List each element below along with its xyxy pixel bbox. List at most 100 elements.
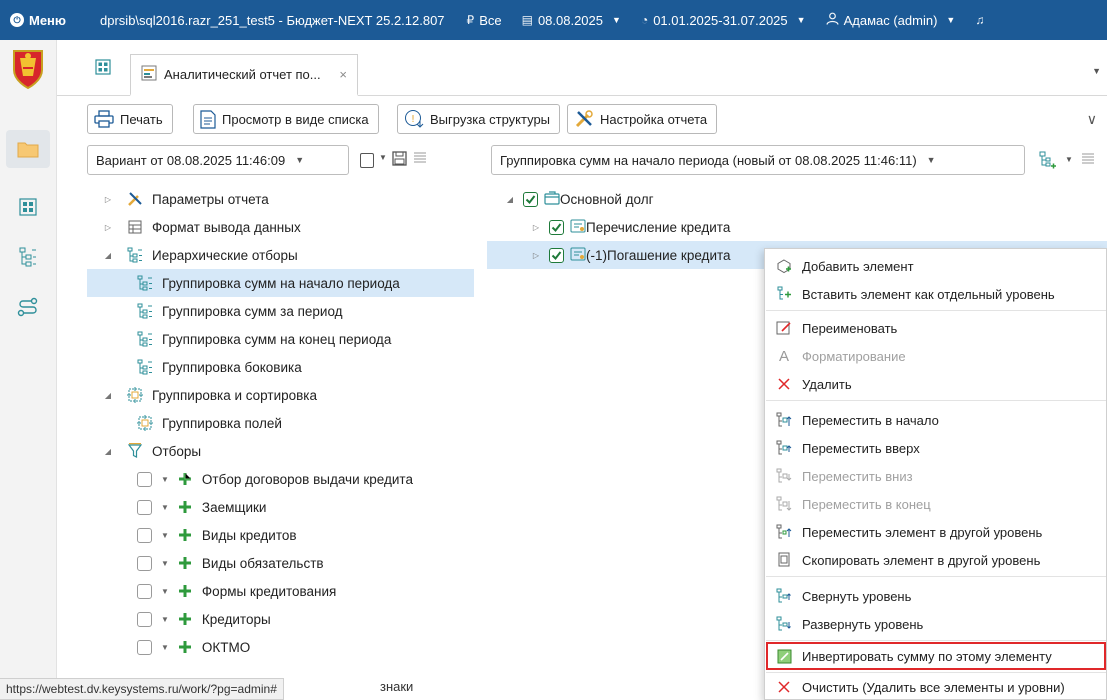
- menu-item-insert-level[interactable]: Вставить элемент как отдельный уровень: [766, 280, 1106, 308]
- table-icon: [127, 219, 143, 235]
- tree-node-filters[interactable]: ◢ Отборы: [87, 437, 474, 465]
- tree-node-label: Формат вывода данных: [152, 219, 301, 235]
- collapse-arrow-icon[interactable]: ◢: [505, 195, 515, 204]
- user-selector[interactable]: Адамас (admin) ▼: [816, 12, 966, 28]
- tree-node-output-format[interactable]: ▷ Формат вывода данных: [87, 213, 474, 241]
- tree-node-filter-creditors[interactable]: ▼ Кредиторы: [87, 605, 474, 633]
- menu-item-label: Инвертировать сумму по этому элементу: [802, 648, 1052, 664]
- checkbox[interactable]: [137, 611, 152, 627]
- menu-item-delete[interactable]: Удалить: [766, 370, 1106, 398]
- add-element-icon: [766, 258, 802, 274]
- hierarchy-icon: [137, 303, 153, 319]
- delete-icon: [766, 377, 802, 391]
- group-select[interactable]: Группировка сумм на начало периода (новы…: [491, 145, 1025, 175]
- menu-item-invert-sum[interactable]: Инвертировать сумму по этому элементу: [766, 642, 1106, 670]
- collapse-arrow-icon[interactable]: ◢: [103, 251, 113, 260]
- tree-node-hierarchical-filters[interactable]: ◢ Иерархические отборы: [87, 241, 474, 269]
- menu-item-collapse-level[interactable]: Свернуть уровень: [766, 582, 1106, 610]
- truncated-tree-label: знаки: [380, 679, 414, 694]
- notifications-button[interactable]: ♫: [965, 13, 994, 27]
- export-structure-button[interactable]: ! Выгрузка структуры: [397, 104, 561, 134]
- filter-selector[interactable]: ₽ Все: [457, 13, 512, 28]
- checkbox[interactable]: [137, 471, 152, 487]
- new-document-icon[interactable]: [360, 153, 374, 168]
- document-icon: [200, 109, 216, 129]
- checkbox-checked[interactable]: [549, 219, 564, 235]
- tab-analytical-report[interactable]: Аналитический отчет по... ×: [130, 54, 358, 96]
- chevron-down-icon[interactable]: ▼: [161, 643, 169, 652]
- nav-reports[interactable]: [6, 188, 50, 226]
- tree-node-filter-obligation-types[interactable]: ▼ Виды обязательств: [87, 549, 474, 577]
- list-settings-icon[interactable]: [413, 151, 427, 168]
- chevron-down-icon[interactable]: ▼: [161, 615, 169, 624]
- menu-item-format: A Форматирование: [766, 342, 1106, 370]
- checkbox[interactable]: [137, 527, 152, 543]
- tree-node-label: Кредиторы: [201, 611, 271, 627]
- menu-item-expand-level[interactable]: Развернуть уровень: [766, 610, 1106, 638]
- tab-grid-icon[interactable]: [95, 59, 111, 75]
- close-icon[interactable]: ×: [339, 67, 347, 82]
- checkbox[interactable]: [137, 583, 152, 599]
- print-button[interactable]: Печать: [87, 104, 173, 134]
- menu-item-rename[interactable]: Переименовать: [766, 314, 1106, 342]
- chevron-down-icon[interactable]: ▼: [1092, 66, 1101, 76]
- chevron-down-icon[interactable]: ▼: [161, 503, 169, 512]
- chevron-down-icon[interactable]: ∨: [1087, 111, 1097, 128]
- move-bottom-icon: [766, 496, 802, 512]
- tree-node-group-side[interactable]: Группировка боковика: [87, 353, 474, 381]
- menu-item-move-up[interactable]: Переместить вверх: [766, 434, 1106, 462]
- chevron-down-icon[interactable]: ▼: [379, 153, 387, 162]
- period-label: 01.01.2025-31.07.2025: [653, 12, 788, 28]
- checkbox[interactable]: [137, 639, 152, 655]
- chevron-down-icon[interactable]: ▼: [1065, 155, 1073, 164]
- checkbox-checked[interactable]: [523, 191, 538, 207]
- save-icon[interactable]: [392, 151, 407, 169]
- tree-node-filter-borrowers[interactable]: ▼ Заемщики: [87, 493, 474, 521]
- chevron-down-icon: ▼: [796, 15, 806, 25]
- nav-folder[interactable]: [6, 130, 50, 168]
- collapse-arrow-icon[interactable]: ◢: [103, 447, 113, 456]
- tree-node-grouping-sorting[interactable]: ◢ Группировка и сортировка: [87, 381, 474, 409]
- tree-node-report-params[interactable]: ▷ Параметры отчета: [87, 185, 474, 213]
- menu-item-add-element[interactable]: Добавить элемент: [766, 252, 1106, 280]
- report-settings-button[interactable]: Настройка отчета: [567, 104, 718, 134]
- date-selector[interactable]: ▤ 08.08.2025 ▼: [512, 13, 631, 28]
- chevron-down-icon[interactable]: ▼: [161, 559, 169, 568]
- expand-level-icon: [766, 616, 802, 632]
- checkbox-checked[interactable]: [549, 247, 564, 263]
- variant-select[interactable]: Вариант от 08.08.2025 11:46:09 ▼: [87, 145, 349, 175]
- checkbox[interactable]: [137, 555, 152, 571]
- tree-node-filter-oktmo[interactable]: ▼ ОКТМО: [87, 633, 474, 661]
- tree-node-group-end[interactable]: Группировка сумм на конец периода: [87, 325, 474, 353]
- group-node-main-debt[interactable]: ◢ Основной долг: [487, 185, 654, 213]
- expand-arrow-icon[interactable]: ▷: [103, 223, 113, 232]
- expand-arrow-icon[interactable]: ▷: [531, 251, 541, 260]
- tree-node-group-fields[interactable]: Группировка полей: [87, 409, 474, 437]
- nav-routes[interactable]: [6, 288, 50, 326]
- group-node-credit-transfer[interactable]: ▷ Перечисление кредита: [487, 213, 730, 241]
- tree-node-group-period[interactable]: Группировка сумм за период: [87, 297, 474, 325]
- chevron-down-icon[interactable]: ▼: [161, 475, 169, 484]
- list-settings-icon[interactable]: [1081, 152, 1095, 169]
- period-selector[interactable]: ◔ 01.01.2025-31.07.2025 ▼: [631, 13, 816, 28]
- menu-item-clear-all[interactable]: Очистить (Удалить все элементы и уровни): [766, 673, 1106, 700]
- tab-title: Аналитический отчет по...: [164, 67, 321, 82]
- tree-node-group-start[interactable]: Группировка сумм на начало периода: [87, 269, 474, 297]
- chevron-down-icon[interactable]: ▼: [161, 531, 169, 540]
- collapse-arrow-icon[interactable]: ◢: [103, 391, 113, 400]
- expand-arrow-icon[interactable]: ▷: [531, 223, 541, 232]
- nav-hierarchy[interactable]: [6, 238, 50, 276]
- menu-item-copy-level[interactable]: Скопировать элемент в другой уровень: [766, 546, 1106, 574]
- date-label: 08.08.2025: [537, 12, 604, 28]
- tree-node-filter-credit-types[interactable]: ▼ Виды кредитов: [87, 521, 474, 549]
- expand-arrow-icon[interactable]: ▷: [103, 195, 113, 204]
- menu-item-move-top[interactable]: Переместить в начало: [766, 406, 1106, 434]
- tree-node-filter-contracts[interactable]: ▼ Отбор договоров выдачи кредита: [87, 465, 474, 493]
- menu-button[interactable]: ⏻ Меню: [0, 13, 80, 28]
- menu-item-move-level[interactable]: Переместить элемент в другой уровень: [766, 518, 1106, 546]
- checkbox[interactable]: [137, 499, 152, 515]
- tree-node-filter-credit-forms[interactable]: ▼ Формы кредитования: [87, 577, 474, 605]
- add-level-icon[interactable]: [1039, 151, 1057, 172]
- chevron-down-icon[interactable]: ▼: [161, 587, 169, 596]
- list-view-button[interactable]: Просмотр в виде списка: [193, 104, 379, 134]
